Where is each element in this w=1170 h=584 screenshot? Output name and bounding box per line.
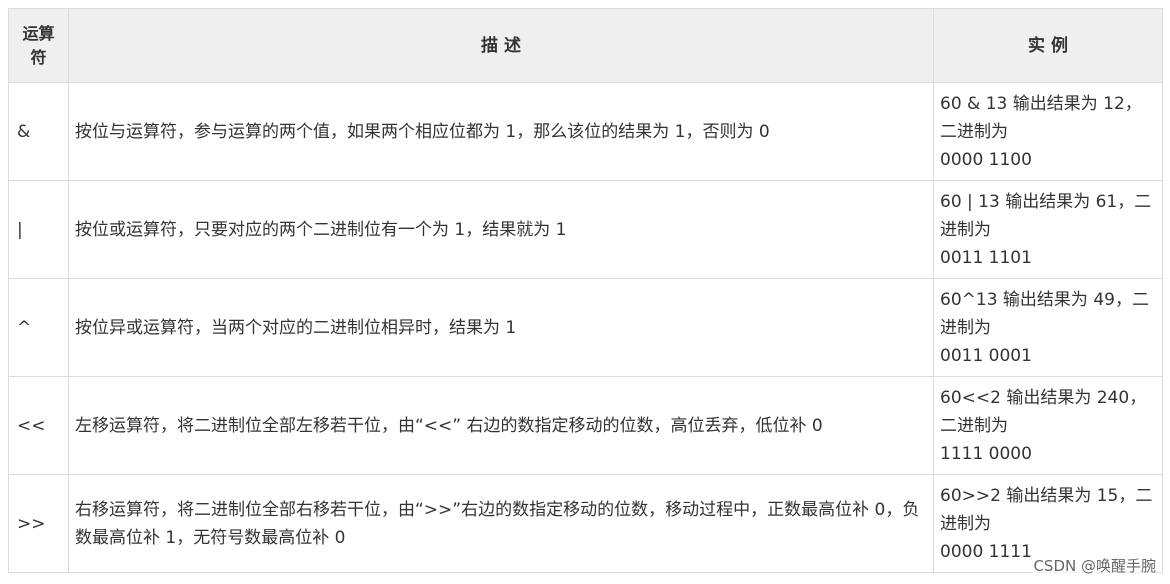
table-row: | 按位或运算符，只要对应的两个二进制位有一个为 1，结果就为 1 60 | 1…	[8, 180, 1163, 279]
example-line: 二进制为	[940, 121, 1008, 142]
example-line: 进制为	[940, 317, 991, 338]
example-line: 二进制为	[940, 415, 1008, 436]
example-cell: 60<<2 输出结果为 240， 二进制为 1111 0000	[933, 376, 1163, 475]
example-line: 60<<2 输出结果为 240，	[940, 387, 1147, 408]
csdn-watermark: CSDN @唤醒手腕	[1033, 555, 1156, 576]
header-operator: 运算 符	[8, 8, 69, 83]
table-row: & 按位与运算符，参与运算的两个值，如果两个相应位都为 1，那么该位的结果为 1…	[8, 82, 1163, 181]
header-operator-line-1: 运算	[22, 23, 55, 43]
example-line: 0011 0001	[940, 345, 1032, 366]
description-cell: 右移运算符，将二进制位全部右移若干位，由“>>”右边的数指定移动的位数，移动过程…	[68, 474, 934, 573]
header-description: 描 述	[68, 8, 934, 83]
example-line: 进制为	[940, 219, 991, 240]
example-line: 进制为	[940, 513, 991, 534]
example-line: 60>>2 输出结果为 15，二	[940, 485, 1153, 506]
table-row: ^ 按位异或运算符，当两个对应的二进制位相异时，结果为 1 60^13 输出结果…	[8, 278, 1163, 377]
example-line: 1111 0000	[940, 443, 1032, 464]
operator-cell: <<	[8, 376, 69, 475]
example-line: 60 & 13 输出结果为 12，	[940, 93, 1142, 114]
operator-cell: |	[8, 180, 69, 279]
header-operator-line-2: 符	[30, 47, 47, 67]
operator-cell: ^	[8, 278, 69, 377]
description-cell: 按位或运算符，只要对应的两个二进制位有一个为 1，结果就为 1	[68, 180, 934, 279]
example-line: 60 | 13 输出结果为 61，二	[940, 191, 1152, 212]
example-line: 0011 1101	[940, 247, 1032, 268]
example-line: 60^13 输出结果为 49，二	[940, 289, 1149, 310]
description-cell: 按位异或运算符，当两个对应的二进制位相异时，结果为 1	[68, 278, 934, 377]
example-cell: 60 & 13 输出结果为 12， 二进制为 0000 1100	[933, 82, 1163, 181]
example-cell: 60 | 13 输出结果为 61，二 进制为 0011 1101	[933, 180, 1163, 279]
table-header-row: 运算 符 描 述 实 例	[8, 8, 1163, 83]
operator-cell: >>	[8, 474, 69, 573]
table-row: >> 右移运算符，将二进制位全部右移若干位，由“>>”右边的数指定移动的位数，移…	[8, 474, 1163, 573]
operator-table-container: 运算 符 描 述 实 例 & 按位与运算符，参与运算的两个值，如果两个相应位都为…	[8, 8, 1163, 573]
table-row: << 左移运算符，将二进制位全部左移若干位，由“<<” 右边的数指定移动的位数，…	[8, 376, 1163, 475]
example-line: 0000 1100	[940, 149, 1032, 170]
description-cell: 左移运算符，将二进制位全部左移若干位，由“<<” 右边的数指定移动的位数，高位丢…	[68, 376, 934, 475]
description-cell: 按位与运算符，参与运算的两个值，如果两个相应位都为 1，那么该位的结果为 1，否…	[68, 82, 934, 181]
example-cell: 60^13 输出结果为 49，二 进制为 0011 0001	[933, 278, 1163, 377]
header-example: 实 例	[933, 8, 1163, 83]
operator-cell: &	[8, 82, 69, 181]
bitwise-operator-table: 运算 符 描 述 实 例 & 按位与运算符，参与运算的两个值，如果两个相应位都为…	[8, 8, 1163, 573]
